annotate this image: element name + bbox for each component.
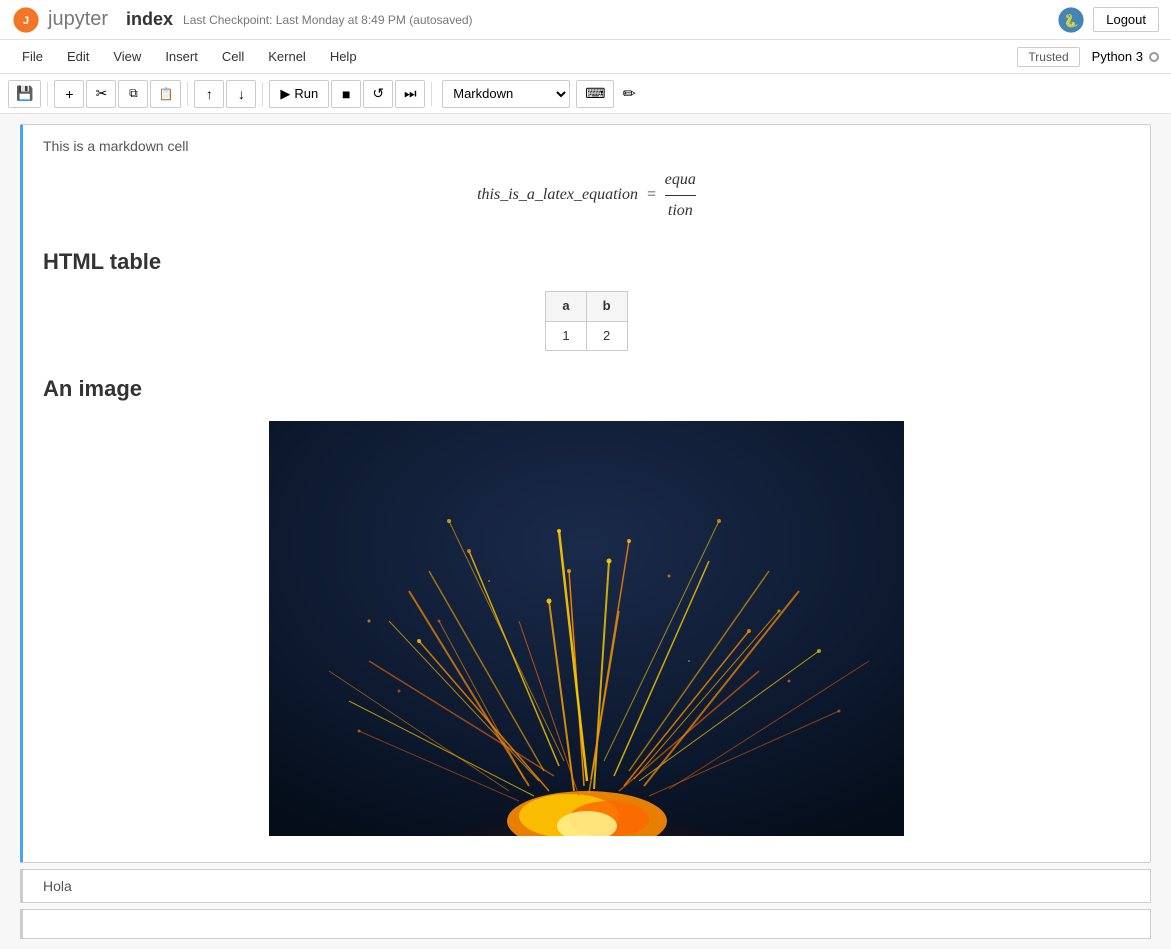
data-table: a b 1 2 [545, 291, 627, 352]
table-row: 1 2 [546, 321, 627, 351]
text-cell-hola: Hola [20, 869, 1151, 903]
pencil-icon: ✏ [622, 86, 635, 103]
table-cell-1: 1 [546, 321, 586, 351]
table-header-b: b [586, 291, 627, 321]
toolbar-separator-1 [47, 82, 48, 106]
topbar: J jupyter index Last Checkpoint: Last Mo… [0, 0, 1171, 40]
menu-kernel[interactable]: Kernel [258, 45, 316, 68]
menu-cell[interactable]: Cell [212, 45, 254, 68]
toolbar-separator-2 [187, 82, 188, 106]
jupyter-logo-area: J jupyter [12, 6, 110, 34]
menu-view[interactable]: View [103, 45, 151, 68]
notebook-title: index [126, 9, 173, 30]
hola-text: Hola [43, 878, 72, 894]
kernel-status-icon [1149, 52, 1159, 62]
table-body: 1 2 [546, 321, 627, 351]
move-up-button[interactable]: ↑ [194, 80, 224, 108]
menu-file[interactable]: File [12, 45, 53, 68]
checkpoint-info: Last Checkpoint: Last Monday at 8:49 PM … [183, 13, 473, 27]
cut-icon: ✂ [96, 85, 108, 102]
menubar: File Edit View Insert Cell Kernel Help T… [0, 40, 1171, 74]
python-logo-icon: 🐍 [1057, 6, 1085, 34]
svg-text:🐍: 🐍 [1063, 12, 1079, 27]
stop-button[interactable]: ■ [331, 80, 361, 108]
toolbar: 💾 + ✂ ⧉ 📋 ↑ ↓ ▶ Run ■ ↺ ⏭ Markdown Code … [0, 74, 1171, 114]
jupyter-logo-icon: J [12, 6, 40, 34]
table-cell-2: 2 [586, 321, 627, 351]
copy-icon: ⧉ [129, 86, 138, 101]
menu-edit[interactable]: Edit [57, 45, 99, 68]
table-header-a: a [546, 291, 586, 321]
copy-button[interactable]: ⧉ [118, 80, 148, 108]
cell-type-select[interactable]: Markdown Code Raw NBConvert Heading [442, 80, 570, 108]
move-up-icon: ↑ [206, 86, 213, 102]
keyboard-icon: ⌨ [585, 85, 605, 101]
fast-forward-button[interactable]: ⏭ [395, 80, 425, 108]
edit-mode-button[interactable]: ✏ [616, 80, 641, 108]
kernel-info: Python 3 [1092, 49, 1159, 64]
paste-button[interactable]: 📋 [150, 80, 181, 108]
toolbar-separator-3 [262, 82, 263, 106]
paste-icon: 📋 [158, 87, 173, 101]
notebook-area: This is a markdown cell this_is_a_latex_… [0, 114, 1171, 949]
markdown-cell-1[interactable]: This is a markdown cell this_is_a_latex_… [20, 124, 1151, 863]
code-cell-empty[interactable] [20, 909, 1151, 939]
stop-icon: ■ [342, 86, 350, 102]
restart-button[interactable]: ↺ [363, 80, 393, 108]
fast-forward-icon: ⏭ [404, 85, 417, 102]
toolbar-separator-4 [431, 82, 432, 106]
latex-equation: this_is_a_latex_equation = equa tion [43, 167, 1130, 223]
latex-fraction: equa tion [665, 167, 696, 223]
table-header-row: a b [546, 291, 627, 321]
save-button[interactable]: 💾 [8, 80, 41, 108]
run-button[interactable]: ▶ Run [269, 80, 329, 108]
latex-equals: = [646, 186, 657, 203]
menu-help[interactable]: Help [320, 45, 367, 68]
markdown-content: This is a markdown cell this_is_a_latex_… [43, 135, 1130, 842]
add-cell-button[interactable]: + [54, 80, 84, 108]
fire-image [269, 421, 904, 836]
play-icon: ▶ [280, 86, 290, 102]
save-icon: 💾 [16, 85, 33, 102]
image-heading: An image [43, 371, 1130, 406]
restart-icon: ↺ [372, 85, 384, 102]
table-header: a b [546, 291, 627, 321]
markdown-intro-text: This is a markdown cell [43, 135, 1130, 157]
html-table-heading: HTML table [43, 244, 1130, 279]
move-down-icon: ↓ [238, 86, 245, 102]
move-down-button[interactable]: ↓ [226, 80, 256, 108]
keyboard-shortcuts-button[interactable]: ⌨ [576, 80, 614, 108]
latex-left: this_is_a_latex_equation [477, 186, 638, 203]
kernel-name: Python 3 [1092, 49, 1143, 64]
cut-button[interactable]: ✂ [86, 80, 116, 108]
menu-insert[interactable]: Insert [155, 45, 208, 68]
trusted-badge: Trusted [1017, 47, 1079, 67]
topbar-right: 🐍 Logout [1057, 6, 1159, 34]
plus-icon: + [65, 86, 73, 102]
svg-text:J: J [23, 15, 29, 27]
logout-button[interactable]: Logout [1093, 7, 1159, 32]
run-label: Run [294, 86, 318, 101]
